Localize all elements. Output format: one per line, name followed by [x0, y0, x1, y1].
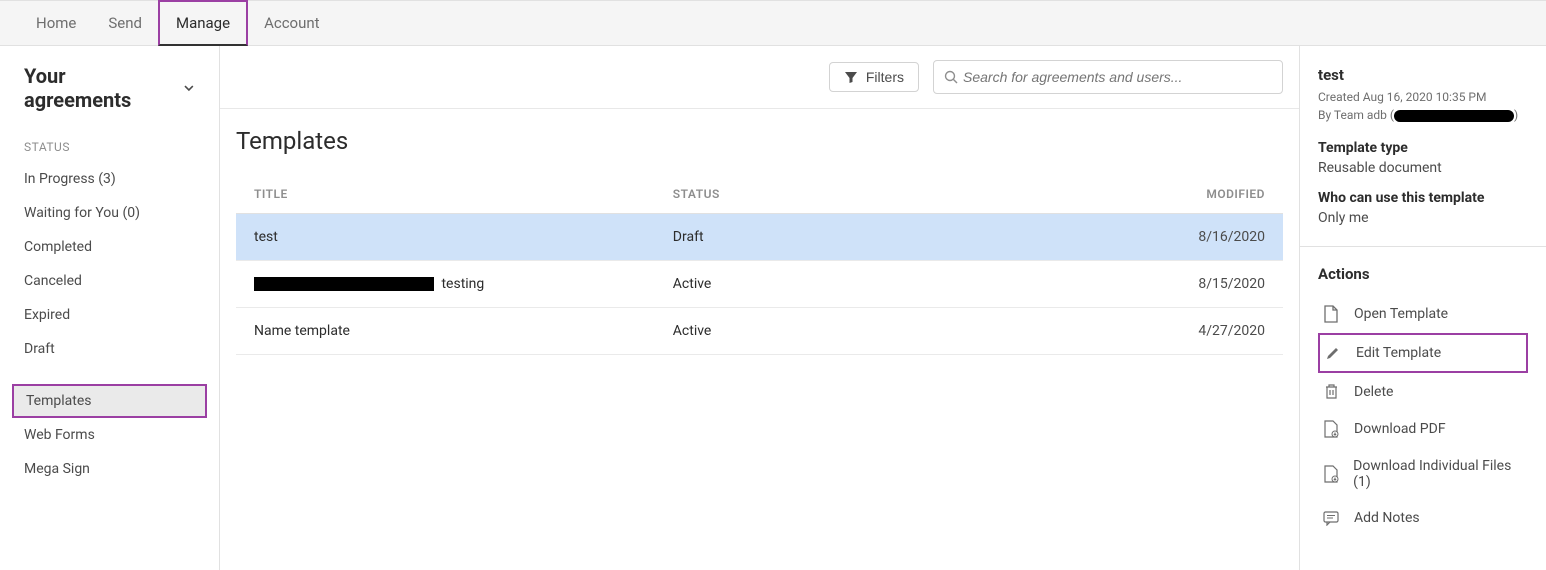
content-heading: Templates	[236, 127, 1283, 155]
cell-title: test	[236, 214, 655, 261]
action-label: Delete	[1354, 384, 1393, 400]
download-pdf-icon	[1322, 420, 1340, 438]
cell-status: Draft	[655, 214, 1074, 261]
sidebar-item-waiting[interactable]: Waiting for You (0)	[0, 196, 219, 230]
cell-title: testing	[236, 261, 655, 308]
action-label: Add Notes	[1354, 510, 1420, 526]
nav-send[interactable]: Send	[92, 0, 158, 46]
detail-by: By Team adb ()	[1318, 106, 1528, 124]
note-icon	[1322, 511, 1340, 526]
col-modified[interactable]: MODIFIED	[1074, 177, 1283, 214]
chevron-down-icon	[183, 82, 195, 94]
action-label: Edit Template	[1356, 345, 1441, 361]
sidebar-item-mega-sign[interactable]: Mega Sign	[0, 452, 219, 486]
redacted-text	[254, 277, 434, 291]
action-label: Open Template	[1354, 306, 1448, 322]
sidebar-item-completed[interactable]: Completed	[0, 230, 219, 264]
filters-button[interactable]: Filters	[829, 62, 919, 92]
who-can-use-label: Who can use this template	[1318, 190, 1528, 206]
sidebar-item-templates[interactable]: Templates	[12, 384, 207, 418]
action-delete[interactable]: Delete	[1318, 373, 1528, 410]
sidebar-item-expired[interactable]: Expired	[0, 298, 219, 332]
nav-home[interactable]: Home	[20, 0, 92, 46]
col-status[interactable]: STATUS	[655, 177, 1074, 214]
action-label: Download PDF	[1354, 421, 1446, 437]
sidebar-item-in-progress[interactable]: In Progress (3)	[0, 162, 219, 196]
main-content: Filters Templates TITLE STATUS MODIFIED	[220, 46, 1300, 570]
redacted-text	[1394, 110, 1514, 122]
nav-manage[interactable]: Manage	[158, 0, 248, 46]
cell-modified: 4/27/2020	[1074, 308, 1283, 355]
actions-header: Actions	[1318, 265, 1528, 283]
action-open-template[interactable]: Open Template	[1318, 295, 1528, 333]
detail-panel: test Created Aug 16, 2020 10:35 PM By Te…	[1300, 46, 1546, 570]
detail-title: test	[1318, 66, 1528, 84]
table-row[interactable]: test Draft 8/16/2020	[236, 214, 1283, 261]
action-download-individual-files[interactable]: Download Individual Files (1)	[1318, 448, 1528, 500]
table-row[interactable]: Name template Active 4/27/2020	[236, 308, 1283, 355]
sidebar-status-header: STATUS	[0, 130, 219, 162]
nav-account[interactable]: Account	[248, 0, 336, 46]
content-toolbar: Filters	[220, 46, 1299, 109]
template-type-label: Template type	[1318, 140, 1528, 156]
search-icon	[944, 70, 959, 85]
action-label: Download Individual Files (1)	[1353, 458, 1524, 490]
filters-label: Filters	[866, 69, 904, 85]
cell-status: Active	[655, 261, 1074, 308]
cell-modified: 8/16/2020	[1074, 214, 1283, 261]
search-input[interactable]	[959, 65, 1272, 89]
page-title-text: Your agreements	[24, 64, 175, 112]
pencil-icon	[1324, 345, 1342, 361]
trash-icon	[1322, 383, 1340, 400]
top-nav: Home Send Manage Account	[0, 0, 1546, 46]
table-row[interactable]: testing Active 8/15/2020	[236, 261, 1283, 308]
templates-table: TITLE STATUS MODIFIED test Draft 8/16/20…	[236, 177, 1283, 355]
cell-modified: 8/15/2020	[1074, 261, 1283, 308]
action-download-pdf[interactable]: Download PDF	[1318, 410, 1528, 448]
cell-title: Name template	[236, 308, 655, 355]
sidebar: Your agreements STATUS In Progress (3) W…	[0, 46, 220, 570]
sidebar-item-draft[interactable]: Draft	[0, 332, 219, 366]
filter-icon	[844, 70, 858, 84]
page-title[interactable]: Your agreements	[0, 64, 219, 130]
action-add-notes[interactable]: Add Notes	[1318, 500, 1528, 536]
sidebar-item-canceled[interactable]: Canceled	[0, 264, 219, 298]
who-can-use-value: Only me	[1318, 210, 1528, 226]
document-icon	[1322, 305, 1340, 323]
col-title[interactable]: TITLE	[236, 177, 655, 214]
download-files-icon	[1322, 465, 1339, 483]
template-type-value: Reusable document	[1318, 160, 1528, 176]
detail-meta: Created Aug 16, 2020 10:35 PM By Team ad…	[1318, 88, 1528, 124]
detail-created: Created Aug 16, 2020 10:35 PM	[1318, 88, 1528, 106]
search-field[interactable]	[933, 60, 1283, 94]
cell-status: Active	[655, 308, 1074, 355]
sidebar-item-web-forms[interactable]: Web Forms	[0, 418, 219, 452]
action-edit-template[interactable]: Edit Template	[1318, 333, 1528, 373]
